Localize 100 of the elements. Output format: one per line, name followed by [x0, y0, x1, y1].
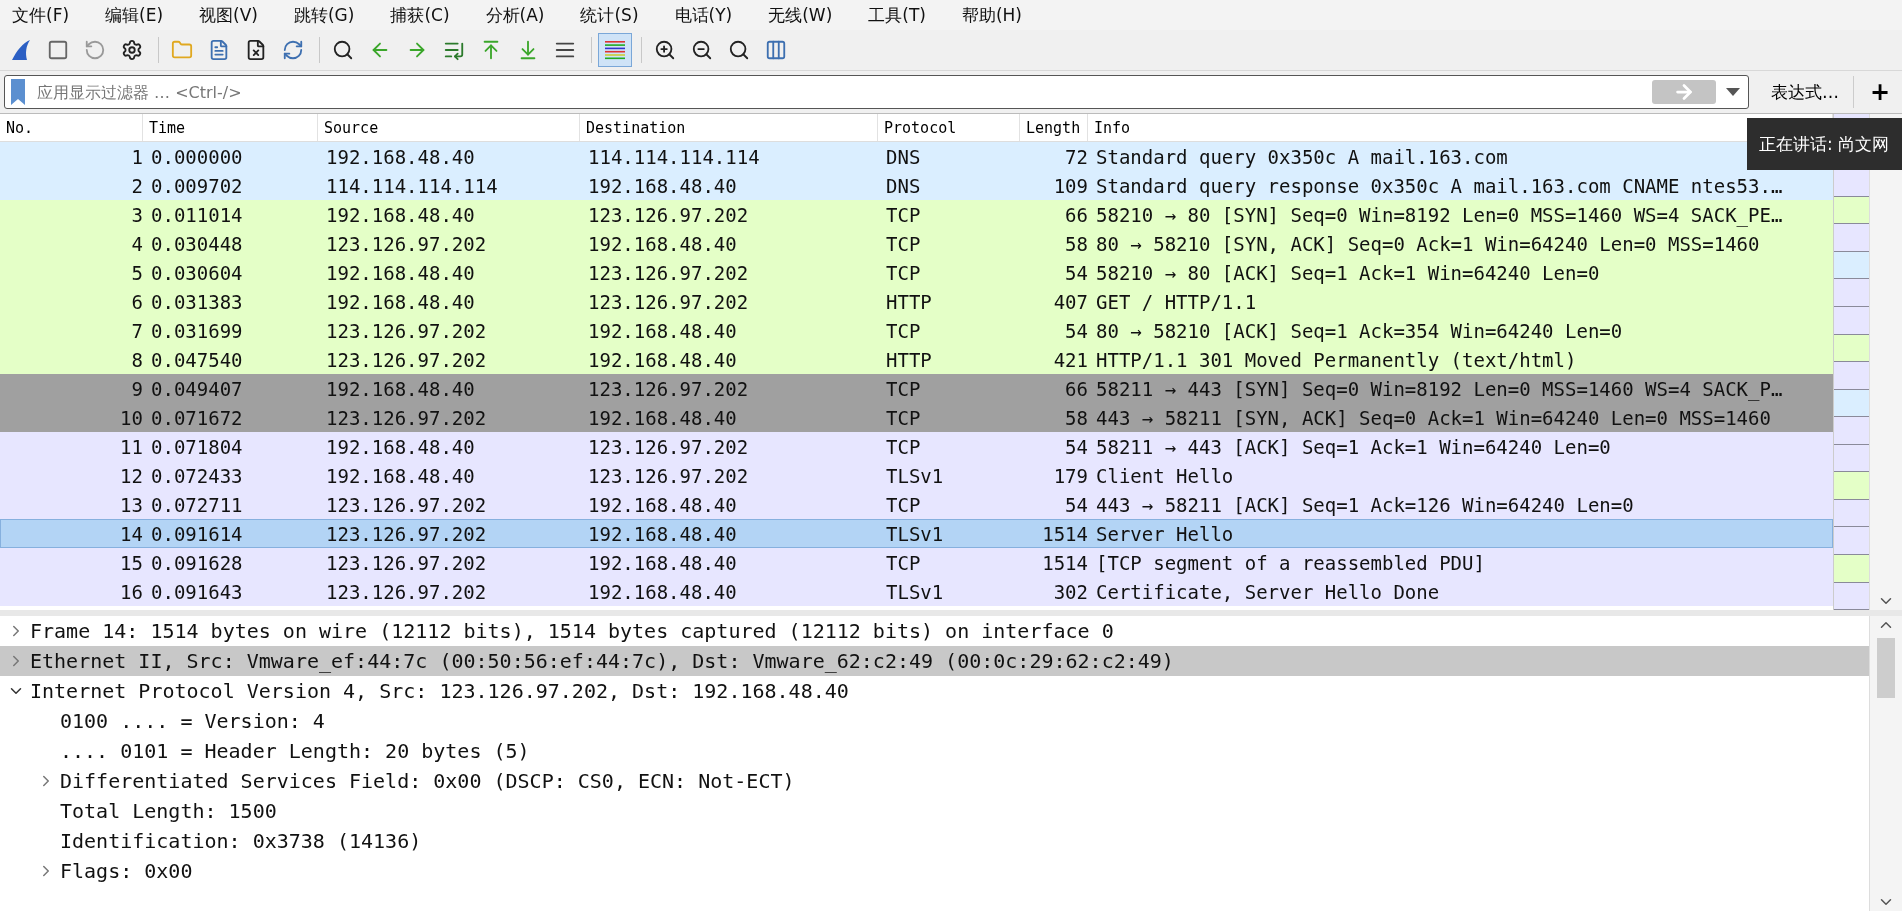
tree-item-text: .... 0101 = Header Length: 20 bytes (5)	[60, 739, 530, 763]
table-cell-text: DNS	[885, 145, 922, 168]
menu-item[interactable]: 分析(A)	[485, 3, 545, 27]
column-header[interactable]: Source	[318, 114, 580, 141]
menu-item[interactable]: 跳转(G)	[293, 3, 355, 27]
filter-input[interactable]: 应用显示过滤器 … <Ctrl-/>	[35, 81, 1642, 103]
menu-item[interactable]: 视图(V)	[199, 3, 258, 27]
table-cell-text: 54	[1064, 435, 1088, 458]
table-cell-text: [TCP segment of a reassembled PDU]	[1095, 551, 1486, 574]
packet-row[interactable]: 8 0.047540 123.126.97.202 192.168.48.40 HTTP 421 HTTP/1.1 301 Moved Permanently (text/html)	[0, 345, 1834, 374]
add-button[interactable]: +	[1862, 76, 1898, 108]
right-arrow-icon	[1673, 81, 1695, 103]
table-cell-text: 1514	[1041, 551, 1088, 574]
table-cell-text: 123.126.97.202	[325, 580, 488, 603]
tree-item-text: Ethernet II, Src: Vmware_ef:44:7c (00:50:56:ef:44:7c), Dst: Vmware_62:c2:49 (00:0c:29:62:c2:49)	[30, 649, 1174, 673]
tree-row[interactable]: .... 0101 = Header Length: 20 bytes (5)	[0, 736, 1869, 766]
table-cell-text: 3	[130, 203, 143, 226]
table-cell-text: 192.168.48.40	[325, 203, 476, 226]
packet-row[interactable]: 15 0.091628 123.126.97.202 192.168.48.40 TCP 1514 [TCP segment of a reassembled PDU]	[0, 548, 1834, 577]
zoom-out-icon	[691, 39, 713, 61]
table-cell-text: 123.126.97.202	[325, 493, 488, 516]
table-cell-text: 123.126.97.202	[325, 348, 488, 371]
menu-item[interactable]: 帮助(H)	[961, 3, 1022, 27]
column-header[interactable]: Protocol	[878, 114, 1020, 141]
packet-row[interactable]: 16 0.091643 123.126.97.202 192.168.48.40 TLSv1 302 Certificate, Server Hello Done	[0, 577, 1834, 606]
column-header[interactable]: Destination	[580, 114, 878, 141]
table-cell-text: 4	[130, 232, 143, 255]
display-filter-field[interactable]: 应用显示过滤器 … <Ctrl-/>	[4, 75, 1749, 109]
packet-row[interactable]: 2 0.009702 114.114.114.114 192.168.48.40 DNS 109 Standard query response 0x350c A mail.163.com CNAME ntes53.…	[0, 171, 1834, 200]
table-cell-text: 0.071804	[150, 435, 244, 458]
tree-row[interactable]: 0100 .... = Version: 4	[0, 706, 1869, 736]
menu-item[interactable]: 编辑(E)	[105, 3, 164, 27]
menu-item[interactable]: 工具(T)	[868, 3, 926, 27]
column-header[interactable]: Time	[143, 114, 318, 141]
dropdown-caret-icon[interactable]	[1726, 88, 1740, 96]
table-cell-text: HTTP/1.1 301 Moved Permanently (text/html)	[1095, 348, 1578, 371]
tree-item-text: Differentiated Services Field: 0x00 (DSCP: CS0, ECN: Not-ECT)	[60, 769, 795, 793]
scroll-thumb[interactable]	[1877, 638, 1895, 698]
table-cell-text: 192.168.48.40	[325, 464, 476, 487]
table-cell-text: 58210 → 80 [ACK] Seq=1 Ack=1 Win=64240 Len=0	[1095, 261, 1601, 284]
table-cell-text: 407	[1052, 290, 1088, 313]
packet-row[interactable]: 12 0.072433 192.168.48.40 123.126.97.202 TLSv1 179 Client Hello	[0, 461, 1834, 490]
table-cell-text: 443 → 58211 [SYN, ACK] Seq=0 Ack=1 Win=64240 Len=0 MSS=1460	[1095, 406, 1772, 429]
colored-lines-icon	[603, 39, 627, 61]
tree-row[interactable]: Frame 14: 1514 bytes on wire (12112 bits), 1514 bytes captured (12112 bits) on interface 0	[0, 616, 1869, 646]
packet-row[interactable]: 7 0.031699 123.126.97.202 192.168.48.40 TCP 54 80 → 58210 [ACK] Seq=1 Ack=354 Win=64240 Len=0	[0, 316, 1834, 345]
table-cell-text: 0.091628	[150, 551, 244, 574]
restart-icon	[84, 39, 106, 61]
packet-row[interactable]: 4 0.030448 123.126.97.202 192.168.48.40 TCP 58 80 → 58210 [SYN, ACK] Seq=0 Ack=1 Win=64240 Len=0 MSS=1460	[0, 229, 1834, 258]
table-cell-text: 6	[130, 290, 143, 313]
table-cell-text: 0.009702	[150, 174, 244, 197]
packet-row[interactable]: 6 0.031383 192.168.48.40 123.126.97.202 HTTP 407 GET / HTTP/1.1	[0, 287, 1834, 316]
table-cell-text: Certificate, Server Hello Done	[1095, 580, 1441, 603]
packet-row[interactable]: 5 0.030604 192.168.48.40 123.126.97.202 TCP 54 58210 → 80 [ACK] Seq=1 Ack=1 Win=64240 Len=0	[0, 258, 1834, 287]
table-cell-text: 15	[119, 551, 143, 574]
menu-item[interactable]: 电话(Y)	[674, 3, 733, 27]
column-header[interactable]: Length	[1020, 114, 1088, 141]
table-cell-text: 123.126.97.202	[325, 522, 488, 545]
table-cell-text: 0.000000	[150, 145, 244, 168]
table-cell-text: 192.168.48.40	[325, 145, 476, 168]
table-cell-text: 16	[119, 580, 143, 603]
table-cell-text: 58211 → 443 [SYN] Seq=0 Win=8192 Len=0 MSS=1460 WS=4 SACK_P…	[1095, 377, 1784, 400]
table-cell-text: 179	[1052, 464, 1088, 487]
tree-row[interactable]: Flags: 0x00	[0, 856, 1869, 886]
column-header[interactable]: No.	[0, 114, 143, 141]
tree-row[interactable]: Internet Protocol Version 4, Src: 123.126.97.202, Dst: 192.168.48.40	[0, 676, 1869, 706]
tree-row[interactable]: Total Length: 1500	[0, 796, 1869, 826]
table-cell-text: 123.126.97.202	[587, 377, 750, 400]
scrollbar[interactable]	[1869, 616, 1902, 911]
search-icon	[332, 39, 354, 61]
menu-item[interactable]: 捕获(C)	[390, 3, 450, 27]
tree-row[interactable]: Identification: 0x3738 (14136)	[0, 826, 1869, 856]
table-cell-text: 302	[1052, 580, 1088, 603]
menu-item[interactable]: 统计(S)	[580, 3, 639, 27]
table-cell-text: 58211 → 443 [ACK] Seq=1 Ack=1 Win=64240 Len=0	[1095, 435, 1612, 458]
table-cell-text: 123.126.97.202	[325, 319, 488, 342]
menu-item[interactable]: 无线(W)	[768, 3, 833, 27]
shark-fin-icon	[9, 38, 33, 62]
scrollbar[interactable]	[1869, 114, 1902, 610]
table-cell-text: 192.168.48.40	[325, 435, 476, 458]
table-cell-text: TCP	[885, 406, 922, 429]
packet-row[interactable]: 10 0.071672 123.126.97.202 192.168.48.40 TCP 58 443 → 58211 [SYN, ACK] Seq=0 Ack=1 Win=64240 Len=0 MSS=1460	[0, 403, 1834, 432]
packet-row[interactable]: 13 0.072711 123.126.97.202 192.168.48.40 TCP 54 443 → 58211 [ACK] Seq=1 Ack=126 Win=64240 Len=0	[0, 490, 1834, 519]
menu-item[interactable]: 文件(F)	[12, 3, 70, 27]
table-cell-text: TCP	[885, 319, 922, 342]
table-cell-text: 58	[1064, 406, 1088, 429]
table-cell-text: Client Hello	[1095, 464, 1235, 487]
tree-row[interactable]: Differentiated Services Field: 0x00 (DSCP: CS0, ECN: Not-ECT)	[0, 766, 1869, 796]
packet-row[interactable]: 3 0.011014 192.168.48.40 123.126.97.202 TCP 66 58210 → 80 [SYN] Seq=0 Win=8192 Len=0 MSS=1460 WS=4 SACK_PE…	[0, 200, 1834, 229]
tree-item-text: Total Length: 1500	[60, 799, 277, 823]
table-cell-text: 192.168.48.40	[325, 377, 476, 400]
expression-button[interactable]: 表达式…	[1757, 76, 1854, 108]
packet-row[interactable]: 9 0.049407 192.168.48.40 123.126.97.202 TCP 66 58211 → 443 [SYN] Seq=0 Win=8192 Len=0 MSS=1460 WS=4 SACK_P…	[0, 374, 1834, 403]
packet-row[interactable]: 11 0.071804 192.168.48.40 123.126.97.202 TCP 54 58211 → 443 [ACK] Seq=1 Ack=1 Win=64240 Len=0	[0, 432, 1834, 461]
bookmark-icon	[11, 79, 25, 105]
table-cell-text: Server Hello	[1095, 522, 1235, 545]
table-cell-text: 1	[130, 145, 143, 168]
tree-item-text: Internet Protocol Version 4, Src: 123.126.97.202, Dst: 192.168.48.40	[30, 679, 849, 703]
tree-row[interactable]: Ethernet II, Src: Vmware_ef:44:7c (00:50:56:ef:44:7c), Dst: Vmware_62:c2:49 (00:0c:29:62:c2:49)	[0, 646, 1869, 676]
packet-row[interactable]: 14 0.091614 123.126.97.202 192.168.48.40 TLSv1 1514 Server Hello	[0, 519, 1834, 548]
